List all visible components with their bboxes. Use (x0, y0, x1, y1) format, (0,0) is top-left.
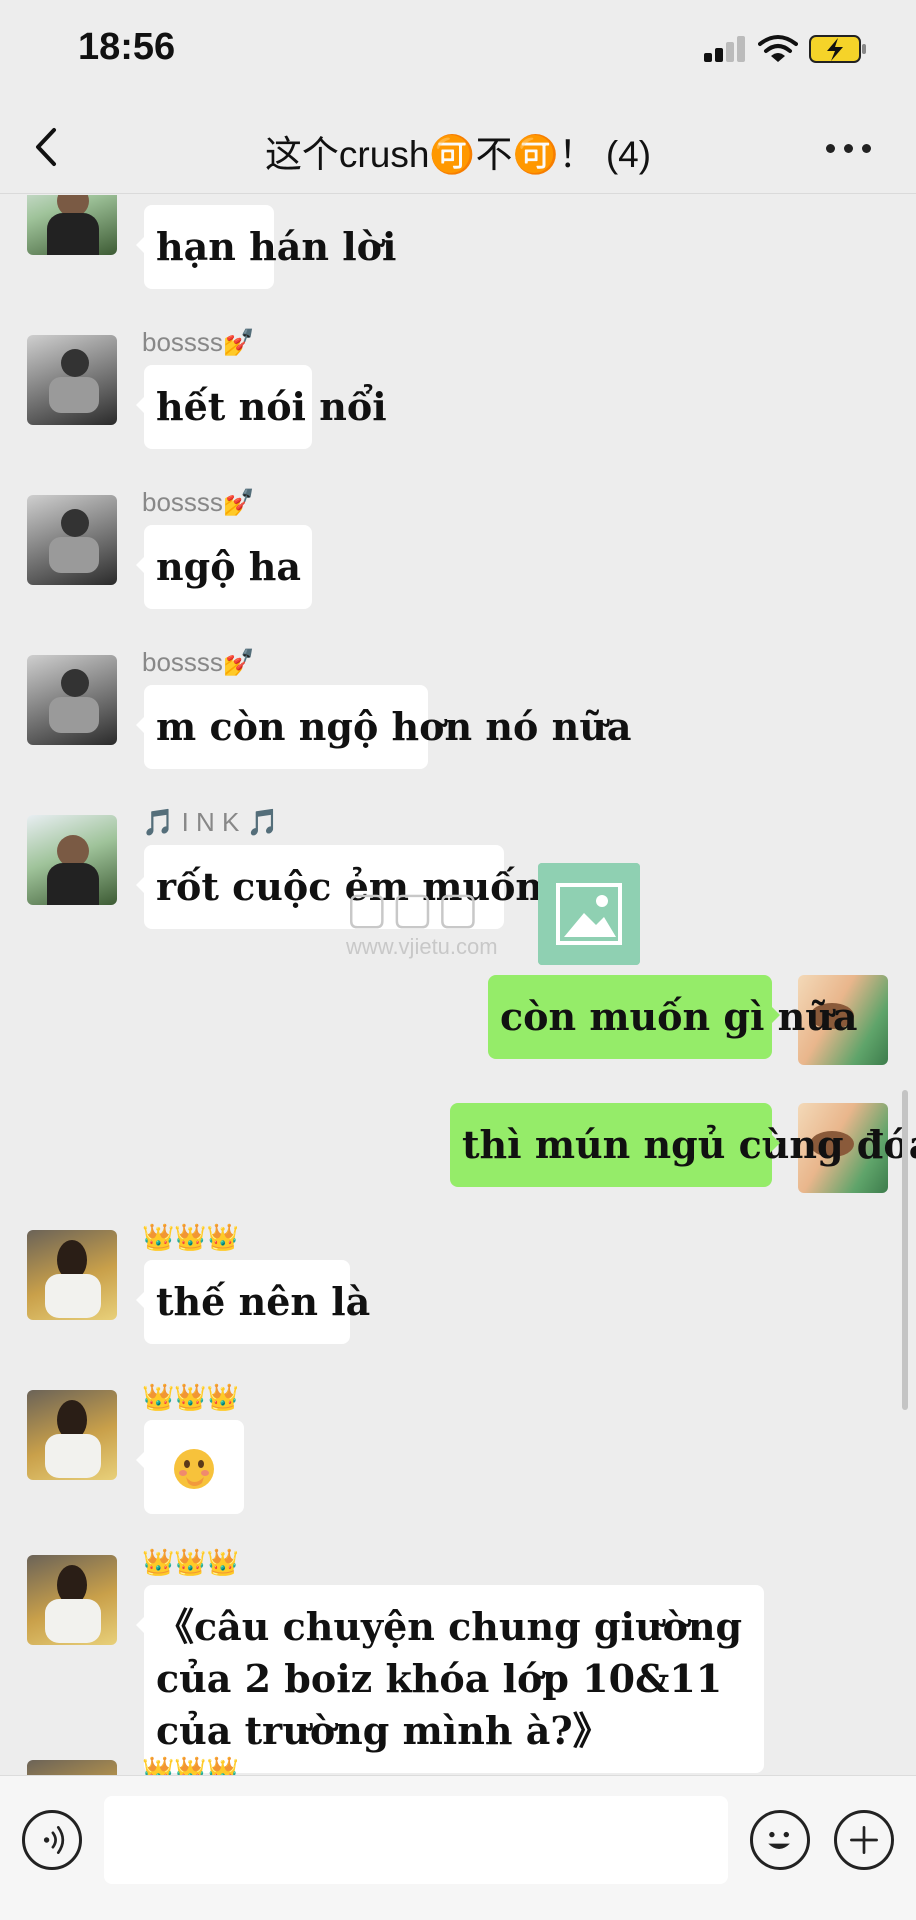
sender-name: bossss💅 (142, 647, 256, 677)
chat-header: 这个crush🉑不🉑！ (4) (0, 100, 916, 194)
message-bubble[interactable]: còn muốn gì nữa (488, 975, 858, 1059)
more-options-icon[interactable] (826, 138, 872, 158)
status-bar: 18:56 (0, 0, 916, 100)
message-bubble[interactable] (136, 1420, 244, 1514)
more-functions-plus-icon[interactable] (834, 1810, 894, 1870)
message-bubble[interactable]: 《câu chuyện chung giường của 2 boiz khóa… (136, 1585, 764, 1773)
sender-name: bossss💅 (142, 327, 256, 357)
avatar[interactable] (27, 335, 117, 425)
emoji-picker-icon[interactable] (750, 1810, 810, 1870)
cellular-signal-icon (704, 36, 746, 62)
avatar[interactable] (27, 195, 117, 255)
sender-name: 🎵 I N K 🎵 (142, 807, 279, 837)
sender-name: bossss💅 (142, 487, 256, 517)
sender-name: 👑👑👑 (142, 1547, 240, 1577)
message-bubble[interactable]: m còn ngộ hơn nó nữa (136, 685, 631, 769)
scrollbar[interactable] (902, 1090, 908, 1410)
message-bubble[interactable]: ngộ ha (136, 525, 312, 609)
input-bar (0, 1775, 916, 1920)
message-bubble[interactable]: thì mún ngủ cùng đóa (450, 1103, 916, 1187)
avatar[interactable] (27, 1230, 117, 1320)
wifi-icon (758, 35, 798, 62)
avatar[interactable] (27, 1555, 117, 1645)
avatar[interactable] (27, 495, 117, 585)
avatar[interactable] (27, 815, 117, 905)
message-input[interactable] (104, 1796, 728, 1884)
sender-name: 👑👑👑 (142, 1222, 240, 1252)
message-list[interactable]: hạn hán lời bossss💅 hết nói nổi bossss💅 … (0, 195, 916, 1775)
avatar[interactable] (27, 1760, 117, 1775)
avatar[interactable] (27, 655, 117, 745)
watermark: ▢▢▢ www.vjietu.com (346, 884, 498, 959)
message-bubble[interactable]: thế nên là (136, 1260, 370, 1344)
face-with-hand-over-mouth-emoji-icon (174, 1448, 214, 1489)
sender-name: 👑👑👑 (142, 1382, 240, 1412)
message-bubble[interactable]: hạn hán lời (136, 205, 396, 289)
voice-input-icon[interactable] (22, 1810, 82, 1870)
watermark-image-icon (538, 863, 640, 965)
status-time: 18:56 (78, 26, 176, 68)
sender-name: 👑👑👑 (142, 1755, 240, 1775)
chat-title: 这个crush🉑不🉑！ (4) (264, 134, 652, 175)
avatar[interactable] (27, 1390, 117, 1480)
message-bubble[interactable]: hết nói nổi (136, 365, 387, 449)
battery-charging-icon (809, 35, 866, 63)
